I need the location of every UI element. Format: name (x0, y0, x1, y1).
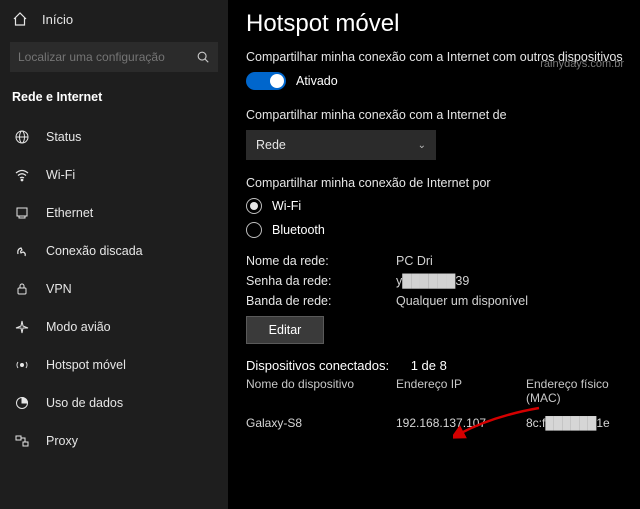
dialup-icon (14, 243, 30, 259)
home-button[interactable]: Início (0, 0, 228, 38)
sidebar-item-label: VPN (46, 282, 72, 296)
sidebar-item-label: Proxy (46, 434, 78, 448)
toggle-state-label: Ativado (296, 74, 338, 88)
wifi-icon (14, 167, 30, 183)
sidebar-item-label: Conexão discada (46, 244, 143, 258)
col-device: Nome do dispositivo (246, 377, 396, 405)
net-name-value: PC Dri (396, 254, 626, 268)
sidebar-item-proxy[interactable]: Proxy (0, 422, 228, 460)
sidebar-item-airplane[interactable]: Modo avião (0, 308, 228, 346)
radio-bt-label: Bluetooth (272, 223, 325, 237)
hotspot-icon (14, 357, 30, 373)
category-header: Rede e Internet (0, 82, 228, 118)
sidebar-item-status[interactable]: Status (0, 118, 228, 156)
proxy-icon (14, 433, 30, 449)
connected-count: 1 de 8 (411, 358, 447, 373)
radio-wifi[interactable]: Wi-Fi (246, 198, 626, 214)
share-from-dropdown[interactable]: Rede ⌄ (246, 130, 436, 160)
connected-header: Dispositivos conectados: 1 de 8 (246, 358, 626, 373)
device-table-header: Nome do dispositivo Endereço IP Endereço… (246, 377, 626, 406)
col-ip: Endereço IP (396, 377, 526, 405)
globe-icon (14, 129, 30, 145)
page-title: Hotspot móvel (246, 10, 626, 38)
search-input[interactable] (10, 42, 218, 72)
table-row: Galaxy-S8 192.168.137.107 8c:f██████1e (246, 416, 626, 430)
radio-bluetooth[interactable]: Bluetooth (246, 222, 626, 238)
nav-list: Status Wi-Fi Ethernet Conexão discada VP… (0, 118, 228, 460)
vpn-icon (14, 281, 30, 297)
search-icon (196, 50, 210, 64)
home-label: Início (42, 12, 73, 27)
edit-button[interactable]: Editar (246, 316, 324, 344)
net-pwd-value: y██████39 (396, 274, 626, 288)
share-toggle[interactable] (246, 72, 286, 90)
settings-window: Início Rede e Internet Status Wi-Fi Ethe… (0, 0, 640, 509)
radio-icon (246, 222, 262, 238)
data-usage-icon (14, 395, 30, 411)
home-icon (12, 11, 28, 27)
sidebar-item-wifi[interactable]: Wi-Fi (0, 156, 228, 194)
search-field[interactable] (18, 50, 196, 64)
sidebar-item-label: Modo avião (46, 320, 111, 334)
sidebar-item-data-usage[interactable]: Uso de dados (0, 384, 228, 422)
sidebar-item-label: Hotspot móvel (46, 358, 126, 372)
toggle-knob (270, 74, 284, 88)
airplane-icon (14, 319, 30, 335)
net-pwd-label: Senha da rede: (246, 274, 396, 288)
sidebar-item-label: Status (46, 130, 81, 144)
sidebar-item-ethernet[interactable]: Ethernet (0, 194, 228, 232)
net-band-value: Qualquer um disponível (396, 294, 626, 308)
sidebar-item-label: Ethernet (46, 206, 93, 220)
radio-wifi-label: Wi-Fi (272, 199, 301, 213)
sidebar-item-label: Uso de dados (46, 396, 123, 410)
chevron-down-icon: ⌄ (418, 140, 426, 151)
sidebar: Início Rede e Internet Status Wi-Fi Ethe… (0, 0, 228, 509)
net-band-label: Banda de rede: (246, 294, 396, 308)
cell-device: Galaxy-S8 (246, 416, 396, 430)
col-mac: Endereço físico (MAC) (526, 377, 626, 405)
net-name-label: Nome da rede: (246, 254, 396, 268)
ethernet-icon (14, 205, 30, 221)
dropdown-value: Rede (256, 138, 286, 152)
radio-icon (246, 198, 262, 214)
share-over-label: Compartilhar minha conexão de Internet p… (246, 176, 626, 190)
edit-button-label: Editar (269, 323, 302, 337)
main-panel: Hotspot móvel rainydays.com.br Compartil… (228, 0, 640, 509)
sidebar-item-label: Wi-Fi (46, 168, 75, 182)
watermark: rainydays.com.br (540, 58, 624, 70)
network-fields: Nome da rede: PC Dri Senha da rede: y███… (246, 254, 626, 308)
sidebar-item-dialup[interactable]: Conexão discada (0, 232, 228, 270)
share-from-label: Compartilhar minha conexão com a Interne… (246, 108, 626, 122)
sidebar-item-hotspot[interactable]: Hotspot móvel (0, 346, 228, 384)
connected-label: Dispositivos conectados: (246, 358, 389, 373)
arrow-annotation (453, 404, 543, 440)
sidebar-item-vpn[interactable]: VPN (0, 270, 228, 308)
